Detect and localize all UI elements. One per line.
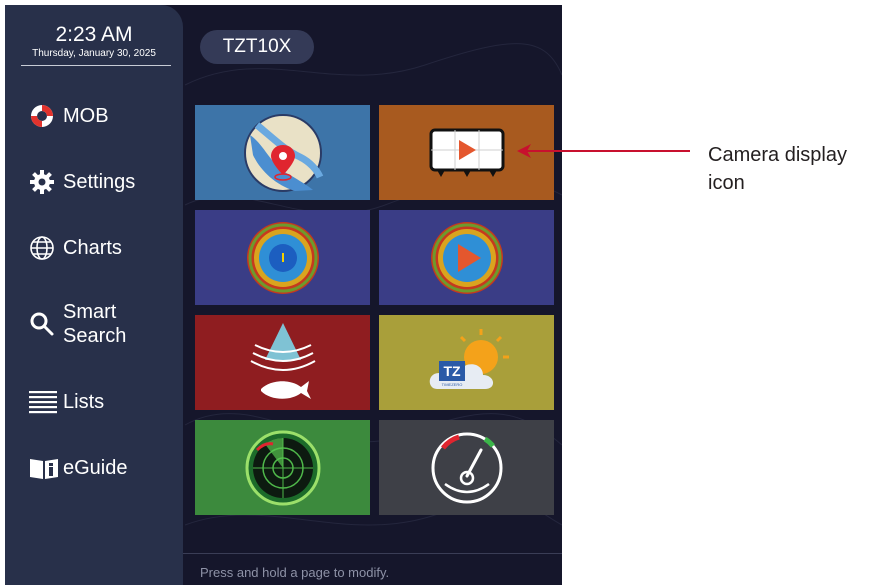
fish-finder-video-icon: [431, 222, 503, 294]
camera-display-icon: [429, 128, 505, 177]
timezero-logo-subtext: TIMEZERO: [442, 382, 463, 387]
sidebar-item-lists[interactable]: Lists: [29, 388, 104, 416]
instruments-tile[interactable]: [379, 420, 554, 515]
sidebar-divider: [21, 65, 171, 66]
sidebar-item-eguide[interactable]: eGuide: [29, 454, 128, 482]
callout-arrow: [517, 144, 690, 158]
sidebar-item-smart-search[interactable]: Smart Search: [29, 300, 126, 348]
sidebar-item-mob[interactable]: MOB: [29, 102, 109, 130]
book-icon: [29, 454, 63, 482]
radar-icon: [245, 430, 321, 506]
callout-label-line2: icon: [708, 172, 745, 194]
sidebar-item-charts[interactable]: Charts: [29, 234, 122, 262]
model-badge[interactable]: TZT10X: [200, 30, 314, 64]
chart-plotter-tile[interactable]: [195, 105, 370, 200]
sidebar-item-label: MOB: [63, 105, 109, 127]
sidebar-item-label: Settings: [63, 171, 136, 193]
gear-icon: [29, 168, 63, 196]
fish-finder-video-tile[interactable]: [379, 210, 554, 305]
footer-divider: [183, 553, 562, 554]
timezero-weather-tile[interactable]: TZ TIMEZERO: [379, 315, 554, 410]
globe-icon: [29, 234, 63, 262]
radar-tile[interactable]: [195, 420, 370, 515]
sidebar-item-label-line2: Search: [63, 325, 127, 347]
accufish-icon: [247, 222, 319, 294]
sonar-tile[interactable]: [195, 315, 370, 410]
clock-date: Thursday, January 30, 2025: [32, 48, 156, 59]
callout-label-line1: Camera display: [708, 144, 847, 166]
sidebar-item-label: eGuide: [63, 457, 128, 479]
sidebar-item-label: Charts: [63, 237, 122, 259]
sidebar-item-settings[interactable]: Settings: [29, 168, 135, 196]
clock-time: 2:23 AM: [55, 23, 133, 46]
search-icon: [29, 310, 63, 338]
footer-hint: Press and hold a page to modify.: [200, 565, 390, 580]
home-screen: 2:23 AM Thursday, January 30, 2025 MOB S…: [5, 5, 562, 585]
list-icon: [29, 388, 63, 416]
timezero-logo-text: TZ: [443, 363, 461, 379]
sidebar-item-label: Smart: [63, 301, 117, 323]
callout-label: Camera display icon: [708, 141, 847, 197]
nautical-chart-icon: [244, 114, 324, 192]
sidebar-item-label: Lists: [63, 391, 105, 413]
lifebuoy-icon: [29, 102, 63, 130]
sidebar: 2:23 AM Thursday, January 30, 2025 MOB S…: [5, 5, 183, 585]
sidebar-item-label-group: Smart Search: [63, 300, 126, 348]
fish-finder-accu-tile[interactable]: [195, 210, 370, 305]
